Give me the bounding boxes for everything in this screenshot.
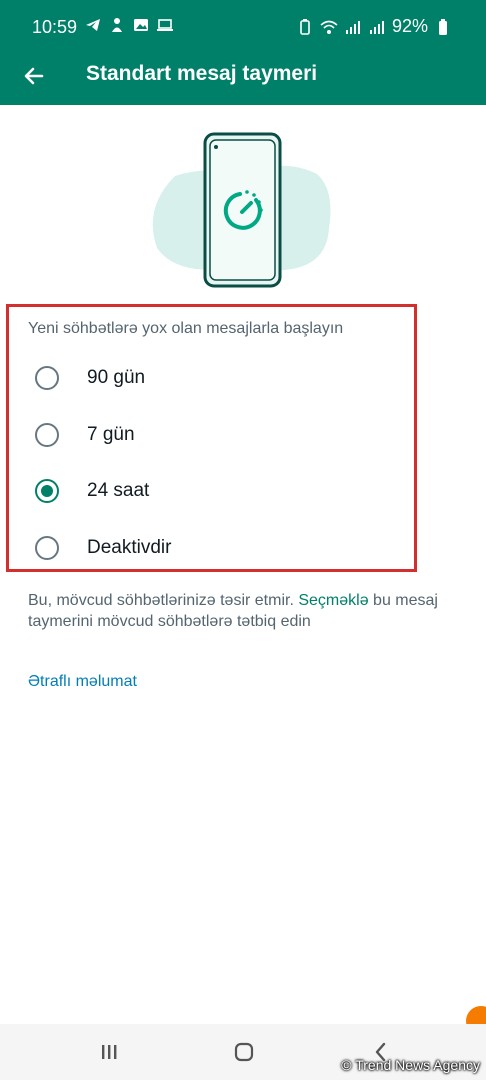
wifi-icon: [320, 20, 338, 34]
back-button[interactable]: [16, 58, 52, 94]
select-chats-link[interactable]: Seçməklə: [298, 592, 368, 609]
radio-button[interactable]: [35, 366, 59, 390]
home-icon[interactable]: [229, 1038, 259, 1066]
radio-button-selected[interactable]: [35, 479, 59, 503]
option-label: 24 saat: [87, 480, 150, 501]
learn-more-link[interactable]: Ətraflı məlumat: [28, 673, 137, 691]
option-label: 7 gün: [87, 424, 135, 445]
status-right: 92%: [296, 16, 452, 37]
option-label: 90 gün: [87, 367, 146, 388]
laptop-icon: [157, 19, 173, 31]
info-text: Bu, mövcud söhbətlərinizə təsir etmir. S…: [28, 590, 468, 632]
app-header: 10:59 92% Standart mesaj taymeri: [0, 0, 486, 105]
options-heading: Yeni söhbətlərə yox olan mesajlarla başl…: [28, 320, 344, 337]
option-90-days[interactable]: 90 gün: [20, 352, 400, 404]
info-text-before: Bu, mövcud söhbətlərinizə təsir etmir.: [28, 592, 299, 609]
battery-saver-icon: [300, 18, 310, 35]
option-label: Deaktivdir: [87, 537, 172, 558]
arrow-left-icon: [24, 67, 44, 85]
option-24-hours[interactable]: 24 saat: [20, 465, 400, 517]
recent-apps-icon[interactable]: [94, 1038, 124, 1066]
option-off[interactable]: Deaktivdir: [20, 522, 400, 574]
hand-icon: [112, 18, 122, 32]
gallery-icon: [134, 19, 148, 31]
telegram-icon: [86, 19, 100, 31]
status-bar: 10:59 92%: [0, 0, 486, 52]
phone-timer-illustration: [152, 132, 331, 288]
signal-icon: [369, 20, 384, 34]
signal-icon: [345, 20, 360, 34]
radio-button[interactable]: [35, 423, 59, 447]
battery-icon: [439, 18, 447, 35]
battery-percent: 92%: [391, 16, 428, 36]
status-left-icons: [84, 16, 174, 34]
watermark: © Trend News Agency: [341, 1057, 480, 1073]
status-time: 10:59: [32, 17, 78, 37]
toolbar: Standart mesaj taymeri: [0, 50, 486, 105]
option-7-days[interactable]: 7 gün: [20, 409, 400, 461]
page-title: Standart mesaj taymeri: [86, 62, 318, 85]
radio-button[interactable]: [35, 536, 59, 560]
